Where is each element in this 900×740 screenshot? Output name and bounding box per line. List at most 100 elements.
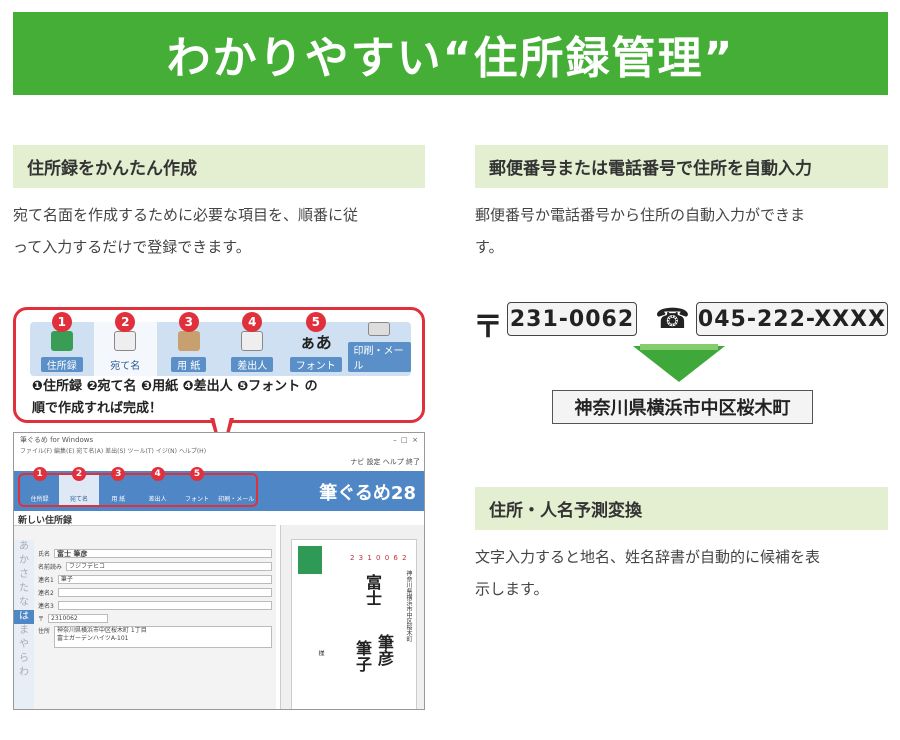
callout-tabs: 1 住所録 2 宛て名 3 用 紙 4 差出人 5 ぁあ フォント 印刷・メール [30,312,411,376]
tab-label: 宛て名 [69,496,88,503]
field-label: 名前読み [38,564,63,571]
tab-label: 住所録 [30,496,49,503]
tab-label: フォント [184,496,209,503]
zip-field[interactable]: 2310062 [48,614,109,623]
joint-name-1-field[interactable]: 筆子 [57,575,272,584]
field-label: 連名1 [38,577,54,584]
font-icon: ぁあ [299,333,332,352]
app-tab-address[interactable]: 2 宛て名 [59,467,99,505]
kana-index-item[interactable]: は [14,610,34,624]
section-body-address-book: 宛て名面を作成するために必要な項目を、順番に従 って入力するだけで登録できます。 [13,199,425,263]
stamp-icon [298,546,322,574]
address-line: 富士ガーデンハイツA-101 [57,635,129,642]
step-badge: 2 [71,467,86,481]
postcard-surname: 富士 [363,574,382,606]
field-label: 住所 [38,628,51,635]
banner: わかりやすい“住所録管理” [13,12,888,95]
app-tab-address-book[interactable]: 1 住所録 [20,467,59,505]
printer-icon [368,322,391,336]
kana-index: あ か さ た な は ま や ら わ [14,540,34,709]
field-row: 連名3 [38,600,272,611]
book-icon [50,331,73,351]
steps-line: ❶住所録 ❷宛て名 ❸用紙 ❹差出人 ❺フォント の [32,379,318,394]
field-label: 氏名 [38,551,51,558]
address-result-box: 神奈川県横浜市中区桜木町 [552,390,813,424]
app-brand: 筆ぐるめ28 [319,483,416,504]
sender-icon [241,331,264,351]
postal-mark-icon: 〒 [473,310,503,345]
step-badge: 4 [150,467,165,481]
callout-tab-font: 5 ぁあ フォント [284,312,348,376]
callout-tab-address: 2 宛て名 [93,312,157,376]
tab-label: 印刷・メール [218,496,255,503]
kana-index-item[interactable]: や [14,638,34,652]
body-line: って入力するだけで登録できます。 [13,238,251,256]
step-badge: 5 [305,312,326,332]
tab-label: フォント [289,357,342,372]
form-fields: 氏名 富士 筆彦 名前読み フジフデヒコ 連名1 筆子 連名2 連名3 〒 231006… [38,548,272,650]
postcard-honorific: 様 [317,650,324,656]
zip-value-box: 231-0062 [507,302,637,336]
section-body-prediction: 文字入力すると地名、姓名辞書が自動的に候補を表 示します。 [475,541,888,605]
postcard-pen-icon [114,331,137,351]
window-titlebar: 筆ぐるめ for Windows – □ × [14,433,424,447]
postcard-zip: 2 3 1 0 0 6 2 [350,554,408,562]
app-tab-print[interactable]: 印刷・メール [217,475,256,505]
address-form: あ か さ た な は ま や ら わ 氏名 富士 筆彦 名前読み フジフデヒコ 連… [14,525,276,709]
field-row: 住所 神奈川県横浜市中区桜木町 1丁目 富士ガーデンハイツA-101 [38,626,272,648]
tab-label: 住所録 [40,357,83,372]
callout-tab-sender: 4 差出人 [221,312,285,376]
tab-label: 宛て名 [110,361,141,372]
field-row: 氏名 富士 筆彦 [38,548,272,559]
window-title: 筆ぐるめ for Windows [20,436,94,444]
tab-label: 差出人 [231,357,274,372]
section-heading-address-book: 住所録をかんたん作成 [13,145,425,188]
postcard-given-name: 筆彦 [375,634,394,666]
joint-name-2-field[interactable] [57,588,272,597]
section-body-autofill: 郵便番号か電話番号から住所の自動入力ができま す。 [475,199,888,263]
step-badge: 3 [178,312,199,332]
app-tab-paper[interactable]: 3 用 紙 [99,467,138,505]
callout-tab-paper: 3 用 紙 [157,312,221,376]
tab-label: 印刷・メール [347,342,411,372]
body-line: 示します。 [475,580,549,598]
field-label: 連名3 [38,603,54,610]
section-heading-prediction: 住所・人名予測変換 [475,487,888,530]
kana-index-item[interactable]: ま [14,624,34,638]
field-row: 名前読み フジフデヒコ [38,561,272,572]
steps-callout: 1 住所録 2 宛て名 3 用 紙 4 差出人 5 ぁあ フォント 印刷・メール [13,307,425,423]
step-badge: 3 [111,467,126,481]
name-field[interactable]: 富士 筆彦 [54,549,272,558]
banner-title: わかりやすい“住所録管理” [166,32,735,84]
kana-index-item[interactable]: た [14,582,34,596]
callout-tab-address-book: 1 住所録 [30,312,94,376]
phone-icon: ☎ [655,302,690,335]
joint-name-3-field[interactable] [57,601,272,610]
app-tab-sender[interactable]: 4 差出人 [138,467,177,505]
address-field[interactable]: 神奈川県横浜市中区桜木町 1丁目 富士ガーデンハイツA-101 [54,626,272,648]
app-tab-font[interactable]: 5 フォント [177,467,216,505]
field-row: 連名1 筆子 [38,574,272,585]
kana-index-item[interactable]: ら [14,652,34,666]
kana-index-item[interactable]: な [14,596,34,610]
steps-description: ❶住所録 ❷宛て名 ❸用紙 ❹差出人 ❺フォント の 順で作成すれば完成！ [32,376,318,420]
step-badge: 5 [189,467,204,481]
postcard-address: 神奈川県横浜市中区桜木町 [405,570,412,642]
tab-label: 用 紙 [171,357,207,372]
steps-line: 順で作成すれば完成！ [32,401,163,416]
toolbar-actions[interactable]: ナビ 設定 ヘルプ 終了 [350,457,420,467]
name-reading-field[interactable]: フジフデヒコ [66,562,272,571]
kana-index-item[interactable]: か [14,554,34,568]
step-badge: 2 [115,312,136,332]
app-tab-bar: 1 住所録 2 宛て名 3 用 紙 4 差出人 5 フォント 印刷・メール 筆ぐるめ28 [14,467,424,511]
kana-index-item[interactable]: あ [14,540,34,554]
window-controls[interactable]: – □ × [393,433,424,447]
kana-index-item[interactable]: わ [14,666,34,680]
body-line: す。 [475,238,504,256]
callout-tab-print: 印刷・メール [347,322,411,376]
body-line: 文字入力すると地名、姓名辞書が自動的に候補を表 [475,548,821,566]
kana-index-item[interactable]: さ [14,568,34,582]
menu-bar[interactable]: ファイル(F) 編集(E) 宛て名(A) 差出(S) ツール(T) イジ(N) … [14,447,424,457]
field-label: 〒 [38,616,45,623]
step-badge: 1 [32,467,47,481]
